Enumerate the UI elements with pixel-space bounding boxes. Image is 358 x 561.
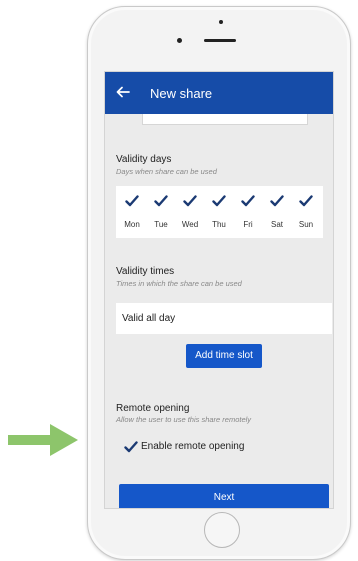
validity-days-subtitle: Days when share can be used (116, 167, 217, 176)
green-pointer-arrow-icon (8, 424, 78, 456)
page-title: New share (150, 86, 213, 101)
next-button[interactable]: Next (119, 484, 329, 508)
add-time-slot-button[interactable]: Add time slot (186, 344, 262, 368)
checkmark-icon[interactable] (183, 194, 197, 208)
day-label: Sun (298, 220, 314, 229)
validity-times-subtitle: Times in which the share can be used (116, 279, 242, 288)
day-label: Sat (270, 220, 283, 229)
checkmark-icon[interactable] (241, 194, 255, 208)
arrow-left-icon[interactable] (115, 84, 131, 100)
validity-days-selector: Mon Tue Wed Thu Fri Sat Sun (116, 186, 323, 238)
checkmark-icon[interactable] (299, 194, 313, 208)
day-tuesday[interactable]: Tue (148, 186, 178, 238)
day-label: Wed (181, 220, 199, 229)
home-button[interactable] (204, 512, 240, 548)
checkmark-icon[interactable] (125, 194, 139, 208)
day-label: Thu (212, 220, 226, 229)
checkbox-label: Enable remote opening (141, 441, 245, 452)
time-slot-row[interactable]: Valid all day (116, 303, 332, 334)
day-friday[interactable]: Fri (235, 186, 265, 238)
day-label: Mon (124, 220, 140, 229)
validity-days-title: Validity days (116, 154, 172, 165)
checkmark-icon[interactable] (124, 440, 138, 454)
remote-opening-title: Remote opening (116, 403, 190, 414)
app-screen: New share Validity days Days when share … (104, 71, 334, 509)
day-monday[interactable]: Mon (119, 186, 149, 238)
day-label: Tue (154, 220, 168, 229)
day-sunday[interactable]: Sun (293, 186, 323, 238)
checkmark-icon[interactable] (270, 194, 284, 208)
day-saturday[interactable]: Sat (264, 186, 294, 238)
time-slot-value: Valid all day (122, 313, 176, 324)
remote-opening-subtitle: Allow the user to use this share remotel… (116, 415, 252, 424)
day-thursday[interactable]: Thu (206, 186, 236, 238)
front-camera (177, 38, 182, 43)
day-label: Fri (243, 220, 253, 229)
checkmark-icon[interactable] (154, 194, 168, 208)
earpiece-speaker (204, 39, 236, 42)
previous-field-bottom[interactable] (142, 114, 308, 125)
phone-frame: New share Validity days Days when share … (87, 6, 351, 560)
top-sensor (219, 20, 223, 24)
day-wednesday[interactable]: Wed (177, 186, 207, 238)
checkmark-icon[interactable] (212, 194, 226, 208)
validity-times-title: Validity times (116, 266, 175, 277)
app-bar: New share (105, 72, 333, 114)
